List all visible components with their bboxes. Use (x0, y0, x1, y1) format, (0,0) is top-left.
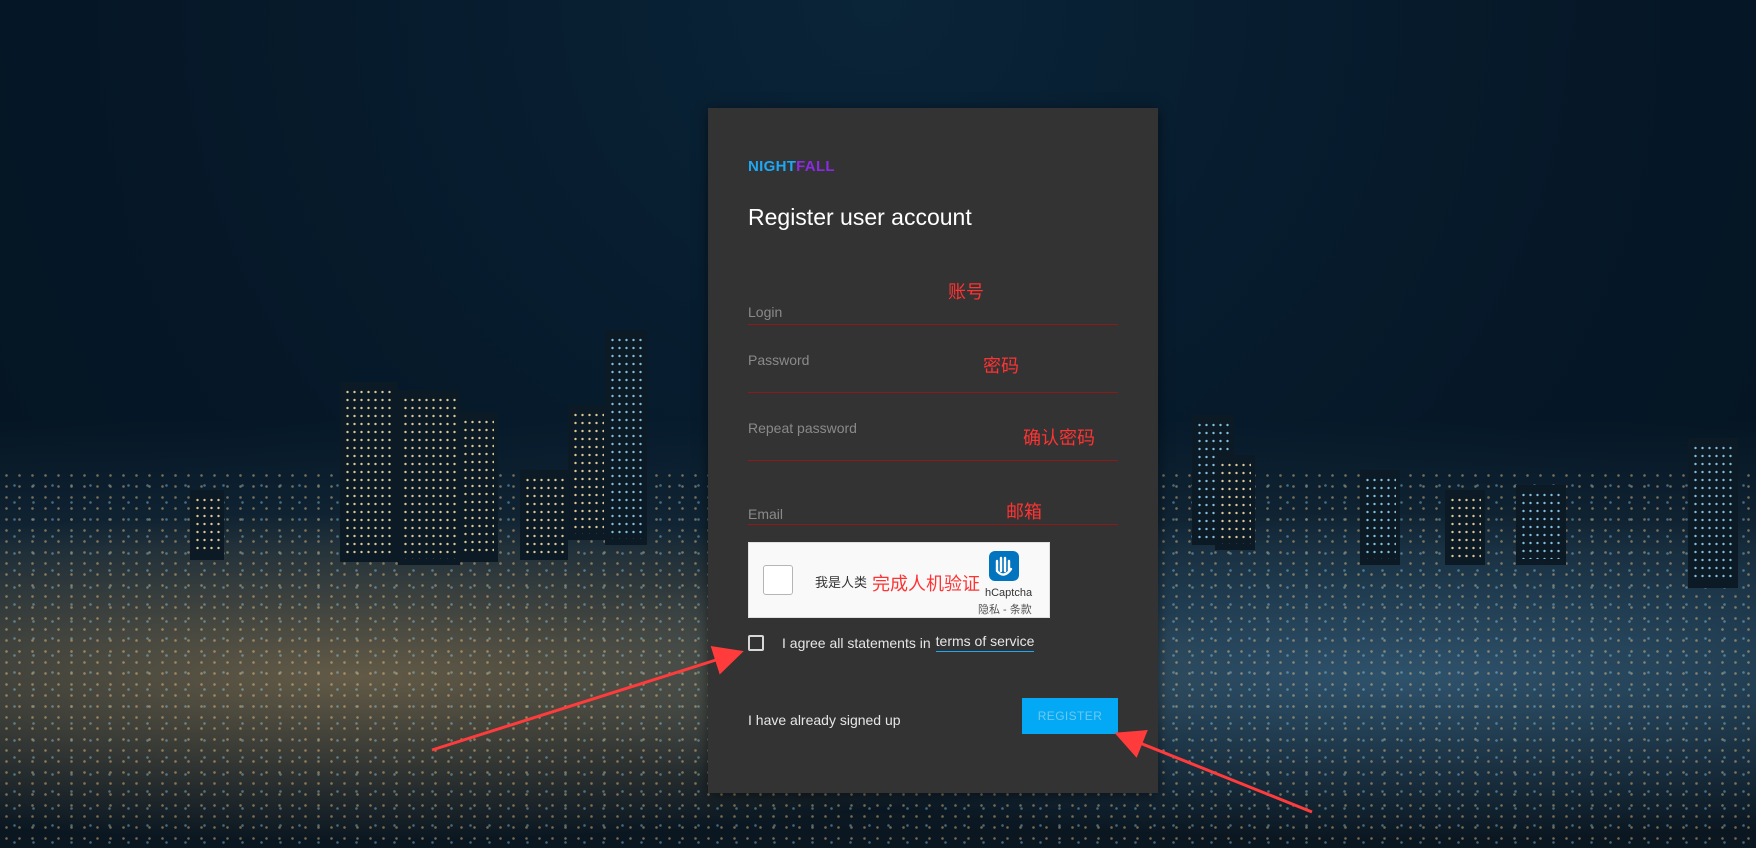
page-title: Register user account (748, 204, 972, 230)
password-field[interactable]: Password (748, 342, 1118, 393)
building (398, 390, 460, 565)
terms-checkbox[interactable] (748, 634, 764, 651)
building (568, 405, 608, 540)
building (458, 412, 498, 562)
email-annotation: 邮箱 (1006, 502, 1042, 522)
captcha-label: 我是人类 (815, 575, 868, 590)
already-signed-up-link[interactable]: I have already signed up (748, 712, 901, 728)
register-card: NIGHTFALL Register user account Login 账号… (708, 108, 1158, 793)
logo-night: NIGHT (748, 158, 797, 175)
building (340, 382, 398, 562)
building (1215, 455, 1255, 550)
building (1516, 485, 1566, 565)
password-annotation: 密码 (983, 356, 1019, 376)
captcha-links[interactable]: 隐私 - 条款 (978, 601, 1032, 617)
logo-fall: FALL (796, 158, 835, 175)
repeat-password-annotation: 确认密码 (1023, 428, 1095, 448)
hcaptcha-logo-icon (989, 551, 1019, 581)
building (1688, 438, 1738, 588)
building (1360, 470, 1400, 565)
terms-agreement: I agree all statements in terms of servi… (748, 633, 1035, 652)
password-placeholder: Password (748, 352, 810, 368)
repeat-password-placeholder: Repeat password (748, 420, 857, 436)
login-annotation: 账号 (948, 282, 984, 302)
nightfall-logo: NIGHTFALL (748, 158, 835, 175)
terms-label: I agree all statements in (782, 634, 931, 651)
register-button[interactable]: REGISTER (1022, 698, 1118, 734)
email-placeholder: Email (748, 506, 784, 522)
login-field[interactable]: Login (748, 280, 1118, 325)
building (190, 490, 224, 560)
captcha-annotation: 完成人机验证 (872, 574, 980, 594)
hcaptcha-widget: 我是人类 完成人机验证 hCaptcha 隐私 - 条款 (748, 542, 1050, 618)
building (605, 330, 647, 545)
email-field[interactable]: Email (748, 480, 1118, 525)
building (1445, 490, 1485, 565)
terms-of-service-link[interactable]: terms of service (935, 633, 1035, 652)
captcha-brand: hCaptcha (985, 587, 1033, 599)
captcha-checkbox[interactable] (763, 565, 793, 595)
building (520, 470, 568, 560)
login-placeholder: Login (748, 304, 783, 320)
